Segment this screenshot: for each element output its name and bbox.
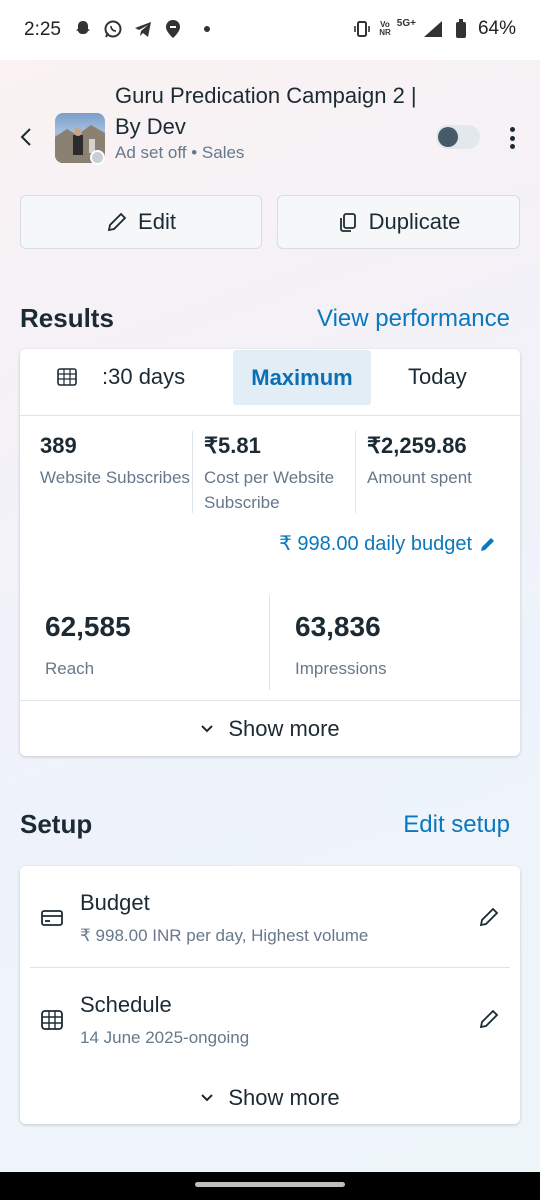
back-button[interactable] <box>14 124 40 150</box>
range-tab-today[interactable]: Today <box>408 349 467 405</box>
setup-schedule-row[interactable]: Schedule 14 June 2025-ongoing <box>20 968 520 1068</box>
impressions-value: 63,836 <box>295 611 381 642</box>
metric-value: ₹5.81 <box>204 433 261 458</box>
status-dot <box>90 150 105 165</box>
toggle-knob <box>438 127 458 147</box>
daily-budget-link[interactable]: ₹ 998.00 daily budget <box>279 531 496 556</box>
more-options-button[interactable] <box>502 124 522 152</box>
edit-setup-link[interactable]: Edit setup <box>403 811 510 839</box>
results-show-more-button[interactable]: Show more <box>20 701 520 757</box>
metric-cost-per-subscribe: ₹5.81 Cost per Website Subscribe <box>204 433 354 515</box>
duplicate-button[interactable]: Duplicate <box>277 195 520 249</box>
whatsapp-icon <box>102 18 124 40</box>
status-bar: 2:25 Vo NR 5G+ 64% <box>0 0 540 60</box>
chevron-down-icon <box>201 1094 214 1102</box>
pencil-icon[interactable] <box>478 1008 500 1030</box>
reach-value: 62,585 <box>45 611 131 642</box>
results-card: :30 days Maximum Today 389 Website Subsc… <box>20 349 520 756</box>
setup-heading: Setup <box>20 809 93 839</box>
signal-icon <box>422 18 444 40</box>
pencil-icon <box>107 212 127 232</box>
battery-icon <box>450 18 472 40</box>
pencil-icon <box>481 537 494 551</box>
setup-show-more-button[interactable]: Show more <box>20 1070 520 1126</box>
metric-label: Website Subscribes <box>40 468 190 487</box>
pencil-icon[interactable] <box>478 906 500 928</box>
more-icon-dot <box>509 135 515 141</box>
more-icon-dot <box>509 144 515 149</box>
battery-level: 64% <box>477 18 516 39</box>
calendar-icon <box>41 1010 63 1030</box>
results-heading: Results <box>20 303 114 333</box>
more-notifications-dot <box>204 26 210 32</box>
reach-metric: 62,585 Reach <box>45 611 131 679</box>
budget-detail: ₹ 998.00 INR per day, Highest volume <box>80 926 369 945</box>
notification-icons <box>72 18 210 40</box>
view-performance-link[interactable]: View performance <box>317 305 510 333</box>
date-range-picker[interactable] <box>56 349 78 405</box>
impressions-label: Impressions <box>295 659 387 678</box>
show-more-label: Show more <box>228 1085 340 1110</box>
metric-amount-spent: ₹2,259.86 Amount spent <box>367 433 517 490</box>
chevron-left-icon <box>20 128 31 146</box>
calendar-icon <box>57 368 77 386</box>
duplicate-button-label: Duplicate <box>368 209 461 234</box>
ad-set-toggle[interactable] <box>436 125 480 149</box>
status-time: 2:25 <box>24 19 61 40</box>
metric-value: 389 <box>40 433 77 458</box>
range-tab-30-days[interactable]: :30 days <box>102 349 185 405</box>
telegram-icon <box>132 18 154 40</box>
metric-value: ₹2,259.86 <box>367 433 467 458</box>
snapchat-icon <box>72 18 94 40</box>
impressions-metric: 63,836 Impressions <box>295 611 387 679</box>
more-icon-dot <box>509 127 515 132</box>
metric-label: Amount spent <box>367 468 472 487</box>
divider <box>269 595 270 690</box>
home-gesture-handle[interactable] <box>195 1182 345 1187</box>
metric-label: Cost per Website Subscribe <box>204 468 335 512</box>
network-type: 5G+ <box>396 17 416 29</box>
edit-button-label: Edit <box>138 209 176 234</box>
divider <box>20 415 520 416</box>
setup-budget-row[interactable]: Budget ₹ 998.00 INR per day, Highest vol… <box>20 866 520 966</box>
credit-card-icon <box>41 910 63 926</box>
range-tab-maximum[interactable]: Maximum <box>233 350 371 405</box>
system-indicators: Vo NR 5G+ 64% <box>351 18 516 40</box>
swiggy-icon <box>162 18 184 40</box>
daily-budget-label: ₹ 998.00 daily budget <box>279 533 472 555</box>
schedule-detail: 14 June 2025-ongoing <box>80 1028 250 1047</box>
divider <box>355 431 356 513</box>
vibrate-icon <box>351 18 373 40</box>
chevron-down-icon <box>201 725 214 733</box>
budget-title: Budget <box>80 890 150 915</box>
reach-label: Reach <box>45 659 95 678</box>
copy-icon <box>339 213 356 232</box>
volte-indicator: Vo NR <box>379 20 391 37</box>
edit-button[interactable]: Edit <box>20 195 262 249</box>
metric-website-subscribes: 389 Website Subscribes <box>40 433 190 490</box>
campaign-status: Ad set off • Sales <box>115 143 245 162</box>
divider <box>192 431 193 513</box>
schedule-title: Schedule <box>80 992 172 1017</box>
campaign-title: Guru Predication Campaign 2 | By Dev <box>115 83 417 139</box>
system-navigation-bar <box>0 1172 540 1200</box>
setup-card: Budget ₹ 998.00 INR per day, Highest vol… <box>20 866 520 1124</box>
show-more-label: Show more <box>228 716 340 741</box>
